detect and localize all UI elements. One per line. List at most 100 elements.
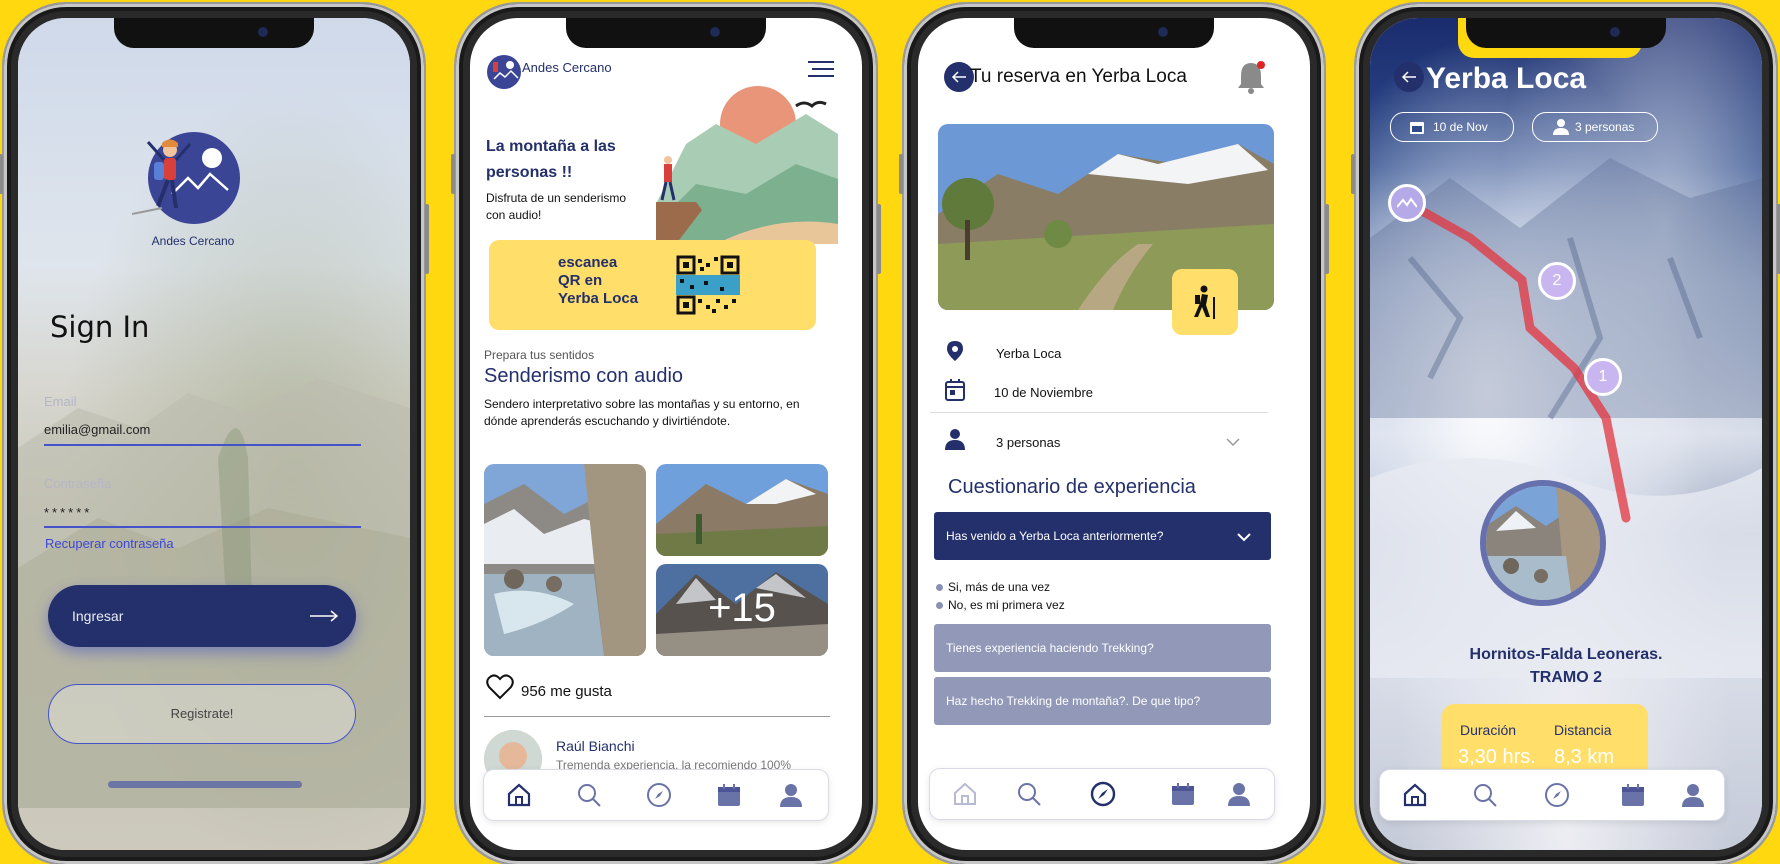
heart-icon[interactable] (486, 674, 514, 700)
back-button[interactable] (1394, 62, 1424, 92)
phone-reservation: Tu reserva en Yerba Loca Yerba Loca 10 d… (899, 4, 1329, 864)
password-field[interactable]: ****** (44, 505, 92, 520)
qr-code-icon (676, 255, 740, 315)
date-chip-label: 10 de Nov (1433, 120, 1488, 134)
more-photos-count: +15 (708, 586, 776, 630)
calendar-icon[interactable] (1620, 782, 1646, 808)
page-title: Yerba Loca (1426, 62, 1587, 95)
home-icon[interactable] (506, 782, 532, 808)
person-icon (1553, 119, 1569, 135)
page-title: Tu reserva en Yerba Loca (970, 66, 1187, 87)
hiker-icon (1194, 285, 1215, 319)
password-underline (44, 526, 361, 528)
question-2-accordion[interactable]: Tienes experiencia haciendo Trekking? (934, 624, 1271, 672)
segment-photo[interactable] (1480, 480, 1606, 606)
profile-icon[interactable] (1226, 781, 1252, 807)
calendar-icon (1410, 122, 1424, 134)
date-chip[interactable]: 10 de Nov (1390, 112, 1514, 142)
compass-icon[interactable] (646, 782, 672, 808)
brand-name: Andes Cercano (151, 234, 235, 248)
register-button[interactable]: Registrate! (48, 684, 356, 744)
answer-option-2[interactable]: No, es mi primera vez (936, 598, 1065, 612)
notch (114, 18, 314, 48)
distance-value: 8,3 km (1554, 746, 1615, 768)
people-chip-label: 3 personas (1575, 120, 1635, 134)
arrow-left-icon (951, 71, 966, 83)
divider (930, 412, 1268, 413)
date-value: 10 de Noviembre (994, 385, 1093, 400)
duration-value: 3,30 hrs. (1458, 746, 1536, 768)
question-2-label: Tienes experiencia haciendo Trekking? (946, 641, 1154, 655)
segment-title: Hornitos-Falda Leoneras. (1469, 646, 1663, 663)
distance-label: Distancia (1554, 722, 1612, 738)
arrow-left-icon (1401, 71, 1416, 83)
calendar-icon[interactable] (716, 782, 742, 808)
profile-icon[interactable] (778, 782, 804, 808)
answer-option-1[interactable]: Si, más de una vez (935, 580, 1050, 594)
calendar-icon[interactable] (1170, 781, 1196, 807)
profile-icon[interactable] (1680, 782, 1706, 808)
search-icon[interactable] (1472, 782, 1498, 808)
andes-cercano-logo (132, 132, 240, 224)
compass-icon[interactable] (1090, 781, 1116, 807)
divider (484, 716, 830, 717)
route-pin-1[interactable]: 1 (1584, 358, 1622, 396)
compass-icon[interactable] (1544, 782, 1570, 808)
arrow-right-icon (310, 610, 338, 622)
segment-subtitle: TRAMO 2 (1530, 669, 1602, 686)
login-button-label: Ingresar (72, 608, 124, 624)
section-description: Sendero interpretativo sobre las montaña… (484, 397, 800, 428)
questionnaire-title: Cuestionario de experiencia (948, 476, 1196, 498)
likes-count: 956 me gusta (521, 683, 612, 700)
people-value[interactable]: 3 personas (996, 435, 1060, 450)
brand-logo-icon (487, 55, 521, 89)
scan-qr-banner[interactable]: escanea QR en Yerba Loca (489, 240, 816, 330)
hero-subtitle: Disfruta de un senderismo con audio! (486, 191, 627, 222)
notch (1014, 18, 1214, 48)
home-screen: Andes Cercano La montaña a las personas … (470, 18, 862, 850)
signin-screen: Andes Cercano Sign In Email emilia@gmail… (18, 18, 410, 850)
question-3-accordion[interactable]: Haz hecho Trekking de montaña?. De que t… (934, 677, 1271, 725)
reservation-screen: Tu reserva en Yerba Loca Yerba Loca 10 d… (918, 18, 1310, 850)
login-button[interactable]: Ingresar (48, 585, 356, 647)
email-label: Email (44, 394, 77, 409)
chevron-down-icon[interactable] (1226, 437, 1240, 447)
qr-text-line2: QR en (558, 272, 603, 289)
home-icon[interactable] (1402, 782, 1428, 808)
recover-password-link[interactable]: Recuperar contraseña (45, 536, 174, 551)
register-button-label: Registrate! (170, 706, 234, 721)
bottom-navbar (484, 770, 828, 820)
hamburger-menu-icon[interactable] (808, 60, 834, 78)
notification-bell-icon[interactable] (1236, 60, 1266, 94)
notch (1466, 18, 1666, 48)
page-title: Sign In (50, 310, 150, 344)
phone-home: Andes Cercano La montaña a las personas … (451, 4, 881, 864)
section-kicker: Prepara tus sentidos (484, 348, 595, 362)
email-underline (44, 444, 361, 446)
route-pin-2[interactable]: 2 (1538, 262, 1576, 300)
duration-label: Duración (1460, 722, 1517, 738)
password-label: Contraseña (44, 476, 112, 491)
search-icon[interactable] (1016, 781, 1042, 807)
hiking-badge (1172, 269, 1238, 335)
people-chip[interactable]: 3 personas (1532, 112, 1658, 142)
home-indicator (108, 781, 302, 788)
route-start-pin[interactable] (1388, 184, 1426, 222)
qr-text-line1: escanea (558, 254, 618, 271)
mountain-icon (1397, 197, 1417, 208)
hero-illustration (656, 86, 838, 244)
segment-title-block: Hornitos-Falda Leoneras. TRAMO 2 (1370, 643, 1762, 689)
photo-river[interactable] (484, 464, 646, 656)
photo-valley[interactable] (656, 464, 828, 556)
phone-signin: Andes Cercano Sign In Email emilia@gmail… (0, 4, 429, 864)
photo-snow-peaks[interactable]: +15 (656, 564, 828, 656)
search-icon[interactable] (576, 782, 602, 808)
home-icon[interactable] (952, 781, 978, 807)
question-3-label: Haz hecho Trekking de montaña?. De que t… (946, 694, 1201, 708)
comment-user-name[interactable]: Raúl Bianchi (556, 738, 635, 754)
bottom-navbar (930, 769, 1274, 819)
person-icon (945, 429, 965, 450)
hero-title: La montaña a las personas !! (486, 138, 616, 181)
email-field[interactable]: emilia@gmail.com (44, 422, 150, 437)
question-1-accordion[interactable]: Has venido a Yerba Loca anteriormente? (934, 512, 1271, 560)
